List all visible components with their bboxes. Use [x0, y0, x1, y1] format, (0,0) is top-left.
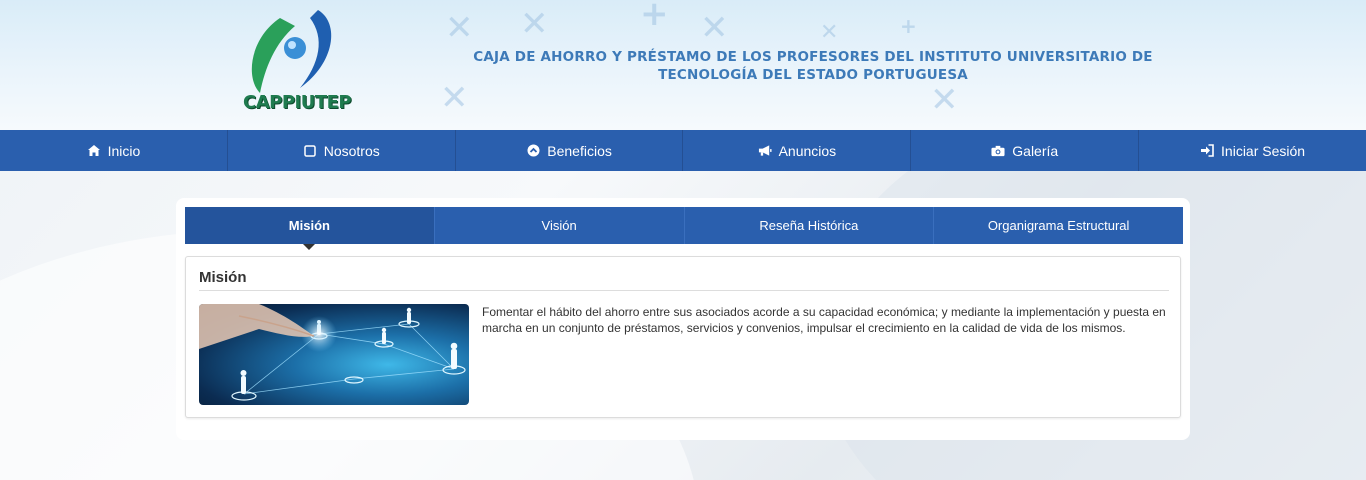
- tab-vision[interactable]: Visión: [435, 207, 685, 244]
- cross-decoration: ✕: [520, 4, 549, 44]
- sign-in-icon: [1200, 144, 1214, 158]
- cross-decoration: +: [640, 0, 669, 34]
- camera-icon: [991, 144, 1005, 158]
- tab-bar: Misión Visión Reseña Histórica Organigra…: [185, 207, 1183, 250]
- cross-decoration: +: [900, 14, 917, 38]
- logo-text: CAPPIUTEP: [243, 92, 352, 113]
- chevron-circle-up-icon: [526, 144, 540, 158]
- cross-decoration: ✕: [930, 80, 959, 120]
- site-header: ✕ ✕ + ✕ + ✕ ✕ ✕ CAPPIUTEP CAJA DE AHORRO…: [0, 0, 1366, 130]
- nav-item-nosotros[interactable]: Nosotros: [228, 130, 456, 171]
- tab-mision[interactable]: Misión: [185, 207, 435, 250]
- megaphone-icon: [758, 144, 772, 158]
- divider: [199, 290, 1169, 291]
- nav-item-label: Galería: [1012, 142, 1059, 159]
- cross-decoration: ✕: [445, 8, 474, 48]
- nav-item-inicio[interactable]: Inicio: [0, 130, 228, 171]
- nav-item-label: Beneficios: [547, 142, 612, 159]
- nav-item-iniciar-sesion[interactable]: Iniciar Sesión: [1139, 130, 1366, 171]
- nav-item-label: Iniciar Sesión: [1221, 142, 1306, 159]
- tab-resena-historica[interactable]: Reseña Histórica: [685, 207, 935, 244]
- square-icon: [303, 144, 317, 158]
- tab-panel-mision: Misión Fomentar el hábito del ahorro ent…: [185, 256, 1181, 418]
- home-icon: [87, 144, 101, 158]
- mission-text: Fomentar el hábito del ahorro entre sus …: [482, 305, 1166, 335]
- nav-item-anuncios[interactable]: Anuncios: [683, 130, 912, 171]
- cross-decoration: ✕: [440, 78, 469, 118]
- content-card: Misión Visión Reseña Histórica Organigra…: [176, 198, 1190, 440]
- cross-decoration: ✕: [700, 8, 729, 48]
- cross-decoration: ✕: [820, 20, 839, 45]
- tab-organigrama-estructural[interactable]: Organigrama Estructural: [934, 207, 1183, 244]
- nav-item-label: Nosotros: [323, 142, 380, 159]
- nav-item-beneficios[interactable]: Beneficios: [456, 130, 684, 171]
- main-navigation: Inicio Nosotros Beneficios Anuncios Gale…: [0, 130, 1366, 171]
- mission-image: [199, 304, 469, 405]
- nav-item-galeria[interactable]: Galería: [911, 130, 1140, 171]
- site-title: CAJA DE AHORRO Y PRÉSTAMO DE LOS PROFESO…: [473, 49, 1153, 83]
- nav-item-label: Anuncios: [778, 142, 837, 159]
- nav-item-label: Inicio: [107, 142, 141, 159]
- panel-title: Misión: [199, 269, 247, 286]
